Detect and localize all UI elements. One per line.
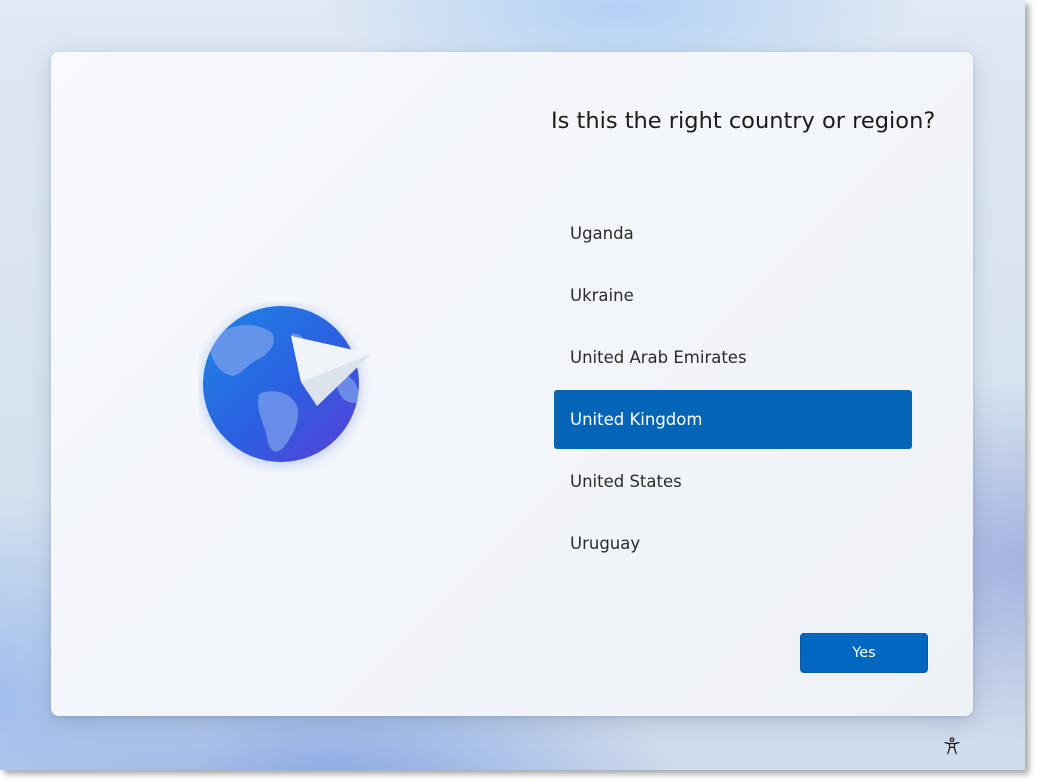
accessibility-button[interactable]: [939, 733, 965, 759]
page-title: Is this the right country or region?: [551, 108, 936, 134]
globe-with-paper-plane-icon: [201, 306, 371, 466]
country-item-label: Uganda: [570, 224, 634, 243]
country-item-uruguay[interactable]: Uruguay: [554, 514, 912, 573]
country-item-label: Uruguay: [570, 534, 641, 553]
country-item-united-arab-emirates[interactable]: United Arab Emirates: [554, 328, 912, 387]
country-item-united-states[interactable]: United States: [554, 452, 912, 511]
country-list[interactable]: Uganda Ukraine United Arab Emirates Unit…: [554, 204, 912, 576]
country-item-label: United Kingdom: [570, 410, 703, 429]
country-item-label: United Arab Emirates: [570, 348, 747, 367]
oobe-screen: Is this the right country or region? Uga…: [0, 0, 1025, 770]
country-item-uganda[interactable]: Uganda: [554, 204, 912, 263]
country-item-label: Ukraine: [570, 286, 634, 305]
setup-card: Is this the right country or region? Uga…: [51, 52, 973, 716]
country-item-ukraine[interactable]: Ukraine: [554, 266, 912, 325]
country-item-united-kingdom[interactable]: United Kingdom: [554, 390, 912, 449]
country-item-label: United States: [570, 472, 682, 491]
accessibility-icon: [944, 737, 960, 755]
yes-button[interactable]: Yes: [800, 633, 928, 673]
